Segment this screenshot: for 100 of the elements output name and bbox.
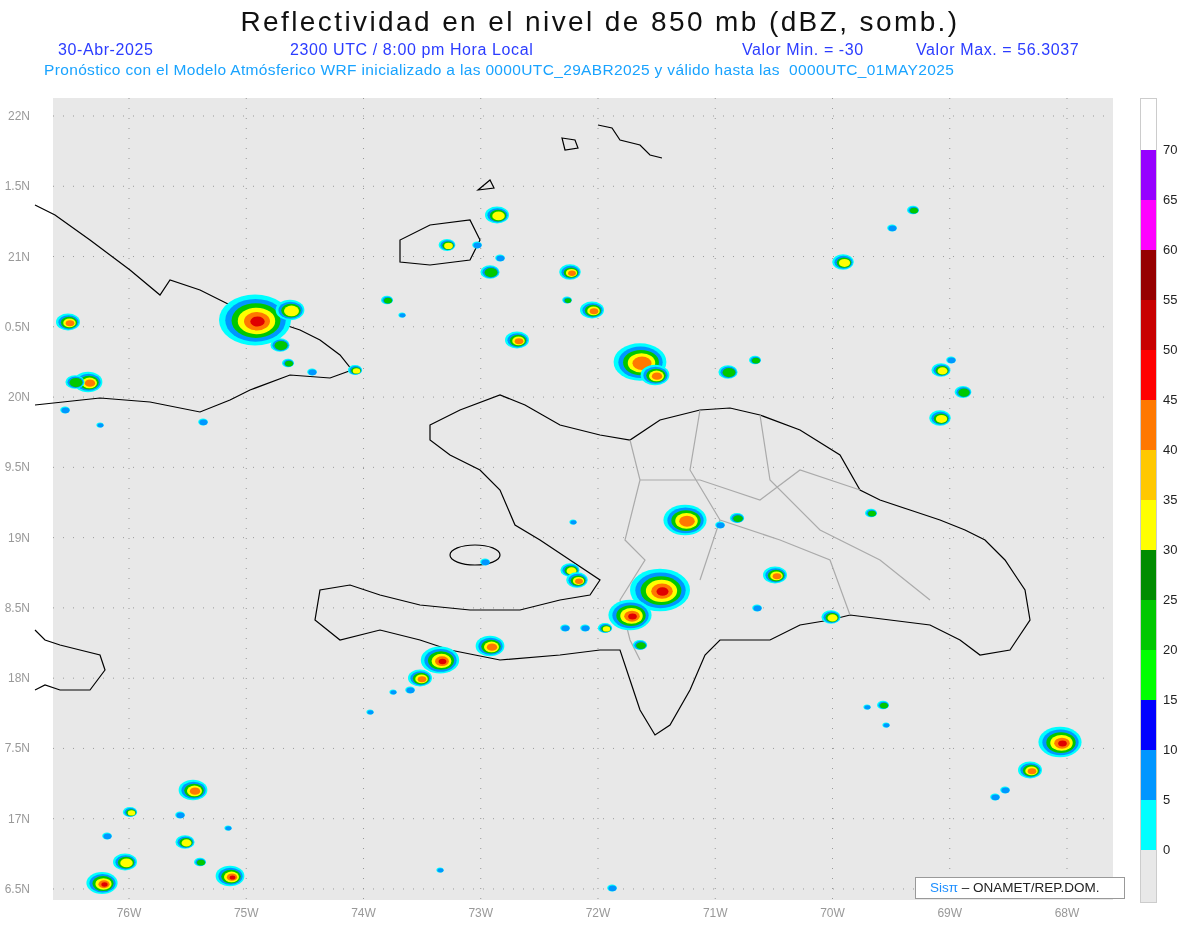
colorbar-label: 0 [1163,843,1171,857]
radar-echo [347,364,363,376]
radar-echo [1038,726,1082,758]
radar-echo [480,558,490,566]
radar-echo [438,239,456,251]
radar-echo [102,832,112,840]
colorbar-label: 25 [1163,593,1178,607]
colorbar-label: 60 [1163,243,1178,257]
colorbar-label: 70 [1163,143,1178,157]
colorbar-segment [1140,850,1157,903]
radar-echo [559,264,581,280]
latitude-label: 6.5N [4,881,30,896]
radar-echo [865,508,877,518]
radar-echo [485,206,509,224]
radar-echo [607,884,617,892]
colorbar-label: 20 [1163,643,1178,657]
latitude-label: 18N [8,671,30,686]
colorbar-label: 50 [1163,343,1178,357]
radar-echo [907,205,919,215]
colorbar-label: 55 [1163,293,1178,307]
longitude-label: 73W [468,906,494,920]
radar-echo [307,368,317,376]
radar-echo [215,865,245,887]
radar-echo [178,779,208,801]
radar-echo [562,296,572,304]
colorbar-label: 40 [1163,443,1178,457]
radar-echo [821,610,841,624]
radar-echo [475,635,505,657]
radar-echo [122,806,138,818]
radar-echo [505,331,529,349]
colorbar-label: 35 [1163,493,1178,507]
radar-echo [56,313,80,331]
radar-echo [715,521,725,529]
radar-echo [381,295,393,305]
radar-echo [366,709,374,715]
radar-echo [224,825,232,831]
latitude-label: 7.5N [4,741,30,756]
longitude-label: 74W [351,906,376,920]
radar-echo [877,700,889,710]
radar-echo [630,568,690,612]
colorbar-label: 45 [1163,393,1178,407]
longitude-label: 75W [233,906,259,920]
chart-title: Reflectividad en el nivel de 850 mb (dBZ, somb.) [239,5,961,39]
latitude-label: 0.5N [4,319,30,334]
radar-echo [86,871,118,895]
latitude-label: 9.5N [4,460,30,475]
latitude-label: 1.5N [4,179,30,194]
date-label: 30-Abr-2025 [58,40,154,60]
latitude-label: 17N [8,811,30,826]
radar-echo [580,301,604,319]
latitude-label: 8.5N [4,600,30,615]
longitude-label: 76W [116,906,142,920]
latitude-label: 21N [8,249,30,264]
radar-echo [480,265,500,279]
longitude-label: 71W [702,906,728,920]
radar-echo [175,811,185,819]
radar-echo [954,386,972,398]
radar-echo [749,355,761,365]
colorbar-label: 65 [1163,193,1178,207]
colorbar-segment [1140,98,1157,150]
radar-echo [96,422,104,428]
radar-echo [887,224,897,232]
forecast-description: Pronóstico con el Modelo Atmósferico WRF inicializado a las 0000UTC_29ABR2025 y válido hasta las 0000UTC_01MAY2025 [43,60,956,80]
radar-echo [398,312,406,318]
radar-echo [729,512,745,524]
radar-echo [929,410,951,426]
radar-echo [632,639,648,651]
longitude-label: 72W [585,906,611,920]
radar-echo [832,254,854,270]
radar-echo [495,254,505,262]
colorbar-label: 5 [1163,793,1171,807]
radar-echo [882,722,890,728]
latitude-label: 19N [8,530,30,545]
radar-echo [718,365,738,379]
valid-time-label: 2300 UTC / 8:00 pm Hora Local [290,40,534,60]
colorbar-label: 10 [1163,743,1178,757]
radar-echo [472,241,482,249]
radar-echo [282,358,294,368]
radar-echo [566,572,588,588]
longitude-label: 68W [1054,906,1080,920]
colorbar-label: 15 [1163,693,1178,707]
radar-echo [763,566,787,584]
radar-echo [113,853,137,871]
radar-echo [569,519,577,525]
latitude-label: 20N [8,390,30,405]
radar-echo [198,418,208,426]
radar-echo [1018,761,1042,779]
min-value-label: Valor Min. = -30 [742,40,864,60]
radar-echo [194,857,206,867]
radar-echo [752,604,762,612]
radar-echo [436,867,444,873]
longitude-label: 70W [820,906,845,920]
radar-echo [175,835,195,849]
colorbar-label: 30 [1163,543,1178,557]
brand-label: Sisπ [930,880,959,895]
longitude-label: 69W [937,906,963,920]
max-value-label: Valor Max. = 56.3037 [916,40,1080,60]
radar-echo [663,504,707,536]
radar-echo [60,406,70,414]
latitude-label: 22N [8,109,30,123]
